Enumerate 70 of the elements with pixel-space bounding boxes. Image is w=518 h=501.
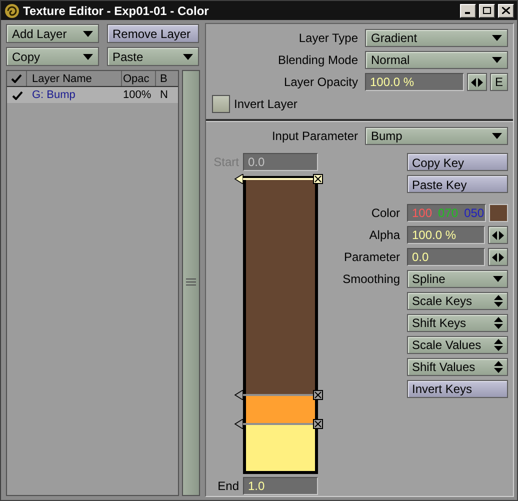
key-tool-button[interactable]: Scale Keys [407,292,508,310]
layer-blend: N [159,88,168,103]
layer-name: G: Bump [31,88,76,103]
field-label: Blending Mode [276,52,358,69]
maximize-button[interactable] [479,4,495,18]
scrollbar[interactable] [182,70,200,496]
key-tool-button[interactable]: Shift Keys [407,314,508,332]
key-tool-button[interactable]: Invert Keys [407,380,508,398]
maximize-icon [483,7,491,14]
value-field[interactable]: 0.0 [407,248,486,266]
column-header: B [159,72,168,86]
input-parameter-dropdown[interactable]: Bump [365,127,508,145]
caret-icon [82,30,92,36]
column-header: Opac [122,71,156,86]
close-button[interactable] [498,4,514,18]
smoothing-dropdown[interactable]: Spline [407,270,508,288]
layer-row[interactable]: G: Bump 100% N [7,87,178,103]
drag-spinner-button[interactable] [488,248,508,266]
up-down-arrows-icon [494,361,503,373]
up-down-arrows-icon [494,339,503,351]
field-label: Smoothing [342,271,400,288]
drag-spinner-button[interactable] [467,73,487,91]
layer-opacity: 100% [122,88,152,103]
spiral-icon [4,2,20,18]
key-tool-button[interactable]: Scale Values [407,336,508,354]
layer-button[interactable]: Paste [106,47,199,66]
field-label: Layer Type [298,30,358,47]
up-down-arrows-icon [494,295,503,307]
value-field[interactable]: 100.0 % [407,226,486,244]
drag-spinner-button[interactable] [488,226,508,244]
layer-button[interactable]: Add Layer [6,24,98,43]
up-down-arrows-icon [494,317,503,329]
layer-button[interactable]: Remove Layer [106,24,199,43]
checkmark-icon [12,90,22,100]
grip-icon [186,278,196,288]
left-right-arrows-icon [492,230,504,240]
caret-icon [493,276,503,282]
caret-icon [82,54,92,60]
envelope-button[interactable]: E [490,73,508,91]
caret-icon [492,133,502,139]
gradient-key[interactable] [234,174,323,184]
gradient-key[interactable] [234,419,323,430]
caret-icon [492,57,502,63]
field-label: Alpha [368,227,400,244]
minimize-button[interactable] [460,4,476,18]
field-label: Input Parameter [270,128,358,145]
left-right-arrows-icon [492,252,504,262]
layer-button[interactable]: Copy [6,47,98,66]
color-swatch[interactable] [489,204,508,222]
checkbox-label: Invert Layer [234,96,298,113]
caret-icon [183,54,193,60]
column-header: Layer Name [27,71,122,86]
field-label: Layer Opacity [282,74,358,91]
checkbox[interactable] [212,95,230,113]
key-tool-button[interactable]: Shift Values [407,358,508,376]
value-field[interactable]: 1.0 [243,477,318,495]
close-icon [502,7,510,14]
field-label: Color [370,205,400,222]
value-field[interactable]: 100.0 % [365,73,464,91]
field-label: Parameter [342,249,400,266]
checkmark-icon [11,74,22,83]
field-label: End [216,478,239,495]
caret-icon [492,35,502,41]
gradient-key[interactable] [234,390,323,400]
left-right-arrows-icon [471,78,483,86]
blending-mode-dropdown[interactable]: Normal [365,51,508,69]
window-title: Texture Editor - Exp01-01 - Color [23,2,210,20]
key-button[interactable]: Paste Key [407,175,508,193]
key-button[interactable]: Copy Key [407,153,508,171]
layer-type-dropdown[interactable]: Gradient [365,29,508,47]
